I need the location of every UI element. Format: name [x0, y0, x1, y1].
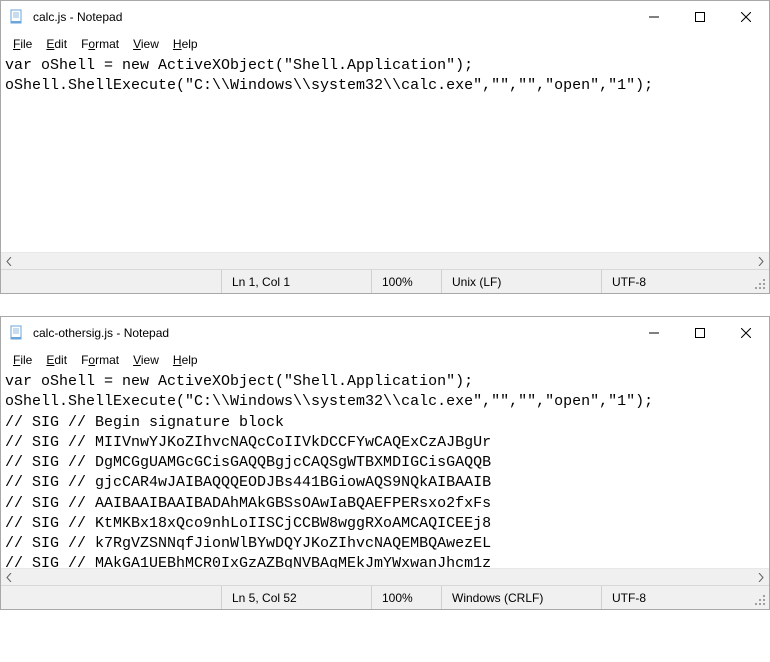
titlebar[interactable]: calc.js - Notepad — [1, 1, 769, 33]
close-button[interactable] — [723, 1, 769, 33]
menu-file[interactable]: File — [7, 35, 38, 53]
status-cursor-pos: Ln 1, Col 1 — [221, 270, 371, 293]
notepad-icon — [9, 325, 25, 341]
minimize-button[interactable] — [631, 1, 677, 33]
scroll-left-icon[interactable] — [1, 253, 18, 270]
status-encoding: UTF-8 — [601, 586, 751, 609]
text-editor[interactable]: var oShell = new ActiveXObject("Shell.Ap… — [1, 371, 769, 568]
statusbar: Ln 5, Col 52 100% Windows (CRLF) UTF-8 — [1, 585, 769, 609]
menu-view[interactable]: View — [127, 351, 165, 369]
menubar: File Edit Format View Help — [1, 349, 769, 371]
scroll-right-icon[interactable] — [752, 569, 769, 586]
status-spacer — [1, 586, 221, 609]
menu-format[interactable]: Format — [75, 351, 125, 369]
close-button[interactable] — [723, 317, 769, 349]
scroll-left-icon[interactable] — [1, 569, 18, 586]
status-cursor-pos: Ln 5, Col 52 — [221, 586, 371, 609]
notepad-icon — [9, 9, 25, 25]
menu-edit[interactable]: Edit — [40, 35, 73, 53]
menu-format[interactable]: Format — [75, 35, 125, 53]
statusbar: Ln 1, Col 1 100% Unix (LF) UTF-8 — [1, 269, 769, 293]
menu-view[interactable]: View — [127, 35, 165, 53]
status-encoding: UTF-8 — [601, 270, 751, 293]
titlebar[interactable]: calc-othersig.js - Notepad — [1, 317, 769, 349]
window-title: calc-othersig.js - Notepad — [31, 326, 631, 340]
status-line-ending: Unix (LF) — [441, 270, 601, 293]
menu-edit[interactable]: Edit — [40, 351, 73, 369]
horizontal-scrollbar[interactable] — [1, 568, 769, 585]
status-line-ending: Windows (CRLF) — [441, 586, 601, 609]
resize-grip-icon[interactable] — [751, 270, 769, 293]
menu-file[interactable]: File — [7, 351, 38, 369]
notepad-window: calc-othersig.js - Notepad File Edit For… — [0, 316, 770, 610]
menubar: File Edit Format View Help — [1, 33, 769, 55]
window-controls — [631, 317, 769, 349]
scroll-right-icon[interactable] — [752, 253, 769, 270]
window-title: calc.js - Notepad — [31, 10, 631, 24]
menu-help[interactable]: Help — [167, 35, 204, 53]
status-zoom: 100% — [371, 270, 441, 293]
window-controls — [631, 1, 769, 33]
horizontal-scrollbar[interactable] — [1, 252, 769, 269]
text-editor[interactable]: var oShell = new ActiveXObject("Shell.Ap… — [1, 55, 769, 252]
notepad-window: calc.js - Notepad File Edit Format View … — [0, 0, 770, 294]
resize-grip-icon[interactable] — [751, 586, 769, 609]
maximize-button[interactable] — [677, 1, 723, 33]
menu-help[interactable]: Help — [167, 351, 204, 369]
minimize-button[interactable] — [631, 317, 677, 349]
status-zoom: 100% — [371, 586, 441, 609]
maximize-button[interactable] — [677, 317, 723, 349]
status-spacer — [1, 270, 221, 293]
